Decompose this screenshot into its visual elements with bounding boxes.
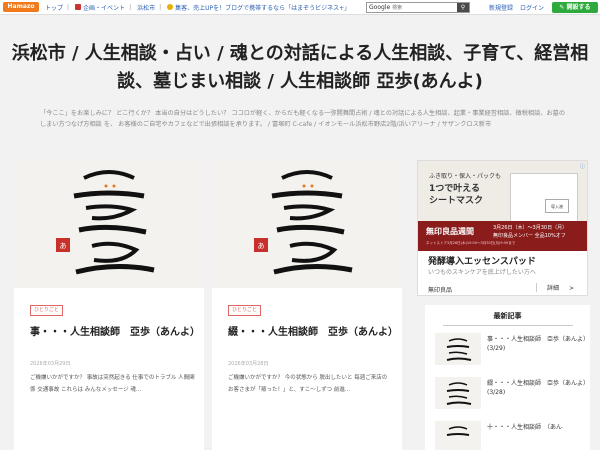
bulb-icon	[167, 3, 174, 10]
ad-product-subtitle: いつものスキンケアを底上げしたい方へ	[428, 269, 536, 276]
promo-link[interactable]: 集客、売上UPを！ブログで携帯するなら「はまぞうビジネス+」	[167, 3, 350, 12]
recent-post-thumbnail[interactable]	[435, 377, 481, 409]
ad-headline-line2: 1つで叶える	[429, 184, 480, 194]
sidebar-advertisement[interactable]: ふき取り・保入・パックも 1つで叶える シートマスク 導入液 無印良品週間 3月…	[417, 160, 588, 296]
nav-link-hamamatsu[interactable]: 浜松市 |	[137, 3, 161, 12]
search-input[interactable]	[392, 3, 451, 12]
sale-dates: 3月26日（木）〜3月30日（月）	[493, 225, 568, 231]
site-description: 「今ここ」をお楽しみに？ どこ行くか？ 本当の自分はどうしたい？ ココロが軽く、…	[40, 110, 566, 128]
recent-post-title: 十・・・人生相談師 （あん	[487, 424, 563, 431]
ad-image[interactable]: ふき取り・保入・パックも 1つで叶える シートマスク 導入液 無印良品週間 3月…	[418, 161, 587, 251]
recent-posts-heading: 最新記事	[493, 312, 522, 320]
article-excerpt: ご機嫌いかがですか？ 事故は突然起きる 仕事でのトラブル 人間関係 交通事故 こ…	[30, 375, 195, 393]
separator: |	[129, 3, 132, 11]
recent-post-text[interactable]: 十・・・人生相談師 （あん	[487, 423, 587, 432]
hamazo-logo[interactable]: Hamazo	[3, 2, 39, 12]
recent-post-text[interactable]: 綴・・・人生相談師 亞歩（あんよ） (3/28)	[487, 379, 590, 397]
article-excerpt: ご機嫌いかがですか？ 今の状態から 脱出したいと 毎週ご来店の お客さまが「叛っ…	[228, 375, 388, 393]
product-label: 導入液	[545, 199, 569, 213]
nav-link-events[interactable]: 企画・イベント |	[75, 3, 131, 12]
ad-brand: 無印良品	[428, 287, 453, 294]
recent-post-item[interactable]: 十・・・人生相談師 （あん	[435, 421, 585, 450]
login-link[interactable]: ログイン	[520, 3, 544, 12]
chevron-right-icon: >	[569, 285, 575, 292]
article-date: 2026年03月28日	[228, 361, 269, 367]
sale-banner: 無印良品週間 3月26日（木）〜3月30日（月） 無印良品メンバー 全品10%オ…	[418, 221, 587, 251]
ad-headline-line3: シートマスク	[429, 196, 484, 206]
article-title[interactable]: 綴・・・人生相談師 亞歩（あんよ）	[228, 325, 398, 341]
nav-top-label: トップ	[45, 4, 64, 12]
calligraphy-image: あ	[56, 170, 155, 275]
calligraphy-image	[446, 338, 472, 361]
ad-info-icon[interactable]: ⓘ	[580, 163, 585, 170]
top-navigation-bar: Hamazo トップ | 企画・イベント | 浜松市 | 集客、売上UPを！ブログで携…	[0, 0, 600, 15]
pencil-icon: ✎	[559, 4, 565, 11]
svg-text:あ: あ	[60, 242, 67, 250]
nav-hamamatsu-label: 浜松市	[137, 4, 156, 12]
svg-text:あ: あ	[258, 242, 265, 250]
page-title[interactable]: 浜松市 / 人生相談・占い / 魂との対話による人生相談、子育て、経営相談、墓じ…	[10, 40, 590, 96]
sale-title: 無印良品週間	[426, 227, 474, 236]
category-tag[interactable]: ひとりごと	[228, 305, 261, 316]
recent-post-title: 事・・・人生相談師 亞歩（あんよ）	[487, 336, 590, 343]
google-label: Google	[369, 4, 391, 11]
article-thumbnail[interactable]: あ	[14, 160, 204, 288]
category-tag[interactable]: ひとりごと	[30, 305, 63, 316]
recent-post-title: 綴・・・人生相談師 亞歩（あんよ）	[487, 380, 590, 387]
recent-post-date: (3/28)	[487, 389, 506, 396]
start-blog-label: 開設する	[566, 4, 591, 11]
recent-post-thumbnail[interactable]	[435, 333, 481, 365]
start-blog-button[interactable]: ✎ 開設する	[552, 2, 598, 13]
search-icon: ⚲	[460, 4, 466, 11]
recent-post-item[interactable]: 綴・・・人生相談師 亞歩（あんよ） (3/28)	[435, 377, 590, 411]
search-button[interactable]: ⚲	[457, 3, 469, 12]
calligraphy-image: あ	[254, 170, 353, 275]
ad-product-name[interactable]: 発酵導入エッセンスパッド	[428, 254, 536, 267]
recent-posts-widget: 最新記事 事・・・人生相談師 亞歩（あんよ） (3/29) 綴・・・人生相談師 亞…	[425, 305, 590, 450]
separator: |	[67, 3, 70, 11]
promo-text: 集客、売上UPを！ブログで携帯するなら「はまぞうビジネス+」	[175, 4, 351, 12]
register-link[interactable]: 新規登録	[489, 3, 513, 12]
nav-events-label: 企画・イベント	[83, 4, 126, 12]
ad-detail-button[interactable]: 詳細 >	[536, 283, 574, 292]
article-card[interactable]: あ ひとりごと 綴・・・人生相談師 亞歩（あんよ） 2026年03月28日 ご機…	[212, 160, 402, 450]
nav-link-top[interactable]: トップ |	[45, 3, 69, 12]
calligraphy-image	[446, 382, 472, 405]
search-box: Google ⚲	[366, 2, 470, 13]
article-thumbnail[interactable]: あ	[212, 160, 402, 288]
divider	[442, 325, 573, 326]
sale-note: ネットストア3月26日(木)10:00〜3月30日(月)9:59まで	[426, 241, 516, 245]
separator: |	[159, 3, 162, 11]
article-card[interactable]: あ ひとりごと 事・・・人生相談師 亞歩（あんよ） 2026年03月29日 ご機…	[14, 160, 204, 450]
sale-member: 無印良品メンバー 全品10%オフ	[493, 233, 566, 239]
recent-post-date: (3/29)	[487, 345, 506, 352]
recent-post-item[interactable]: 事・・・人生相談師 亞歩（あんよ） (3/29)	[435, 333, 590, 367]
article-date: 2026年03月29日	[30, 361, 71, 367]
event-icon	[75, 4, 82, 10]
recent-post-text[interactable]: 事・・・人生相談師 亞歩（あんよ） (3/29)	[487, 335, 590, 353]
ad-headline: ふき取り・保入・パックも 1つで叶える シートマスク	[429, 171, 501, 207]
ad-detail-label: 詳細	[547, 285, 560, 292]
calligraphy-image	[446, 426, 470, 436]
article-title[interactable]: 事・・・人生相談師 亞歩（あんよ）	[30, 325, 200, 341]
ad-headline-line1: ふき取り・保入・パックも	[429, 173, 502, 180]
recent-post-thumbnail[interactable]	[435, 421, 481, 450]
